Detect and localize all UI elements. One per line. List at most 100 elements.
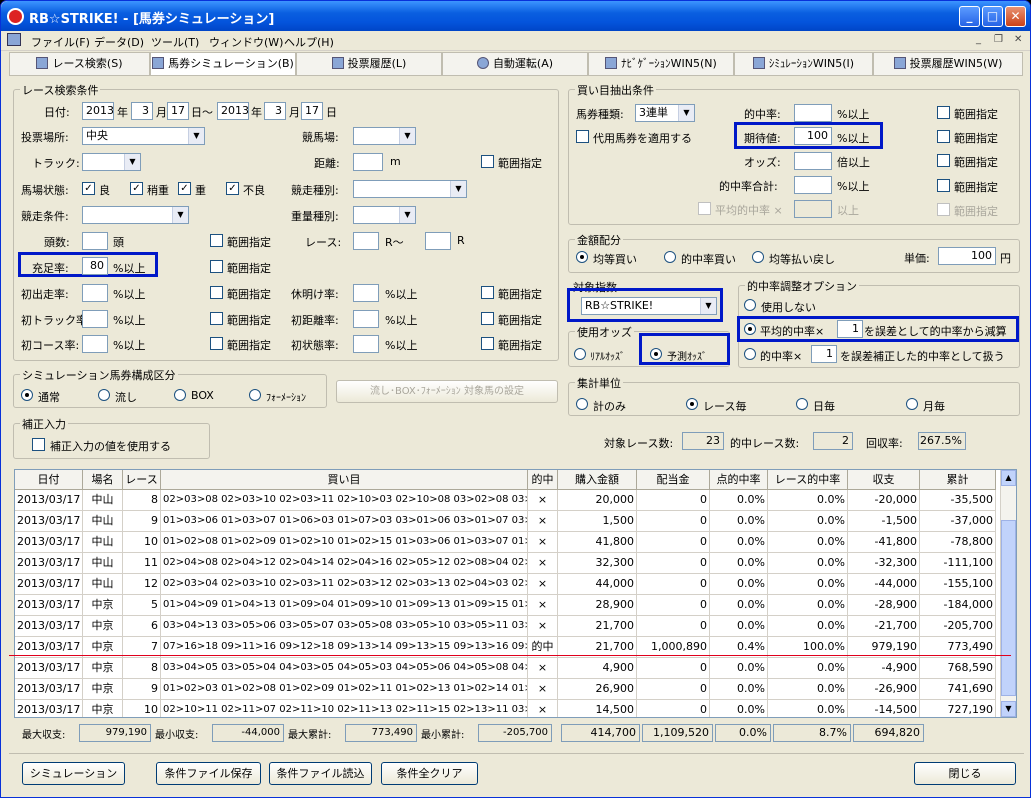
from-year-field[interactable]: 2013 bbox=[82, 102, 114, 120]
alloc-equal-radio[interactable] bbox=[576, 251, 588, 263]
tab-race-search[interactable]: レース検索(S) bbox=[9, 52, 150, 76]
sim-flow-radio[interactable] bbox=[98, 389, 110, 401]
going-bad-checkbox[interactable]: ✓ bbox=[226, 182, 239, 195]
unit-price-field[interactable]: 100 bbox=[938, 247, 996, 265]
table-row[interactable]: 2013/03/17 中京 9 01>02>03 01>02>08 01>02>09 … bbox=[15, 679, 996, 700]
tab-navigation-win5[interactable]: ﾅﾋﾞｹﾞｰｼｮﾝWIN5(N) bbox=[588, 52, 734, 76]
table-row[interactable]: 2013/03/17 中京 10 02>10>11 02>11>07 02>11>10… bbox=[15, 700, 996, 717]
column-header-race[interactable]: レース bbox=[123, 470, 161, 490]
tab-vote-history[interactable]: 投票履歴(L) bbox=[296, 52, 442, 76]
race-condition-select[interactable]: ▼ bbox=[82, 206, 189, 224]
predicted-odds-radio[interactable] bbox=[650, 348, 662, 360]
first-run-range-checkbox[interactable] bbox=[210, 286, 223, 299]
adjust-avg-radio[interactable] bbox=[744, 323, 756, 335]
race-type-select[interactable]: ▼ bbox=[353, 180, 467, 198]
column-header-purchase[interactable]: 購入金額 bbox=[558, 470, 637, 490]
column-header-venue[interactable]: 場名 bbox=[83, 470, 123, 490]
tab-simulation-win5[interactable]: ｼﾐｭﾚｰｼｮﾝWIN5(I) bbox=[734, 52, 873, 76]
clear-conditions-button[interactable]: 条件全クリア bbox=[381, 762, 478, 785]
race-to-field[interactable] bbox=[425, 232, 451, 250]
menu-file[interactable]: ファイル(F) bbox=[31, 34, 90, 50]
first-track-field[interactable] bbox=[82, 310, 108, 328]
first-track-range-checkbox[interactable] bbox=[210, 312, 223, 325]
maximize-button[interactable]: □ bbox=[982, 6, 1003, 27]
distance-range-checkbox[interactable] bbox=[481, 155, 494, 168]
tab-vote-history-win5[interactable]: 投票履歴WIN5(W) bbox=[873, 52, 1023, 76]
going-good-checkbox[interactable]: ✓ bbox=[82, 182, 95, 195]
scroll-down-icon[interactable]: ▼ bbox=[1001, 701, 1016, 717]
hit-sum-field[interactable] bbox=[794, 176, 832, 194]
menu-help[interactable]: ヘルプ(H) bbox=[284, 34, 334, 50]
table-row[interactable]: 2013/03/17 中山 10 01>02>08 01>02>09 01>02>10… bbox=[15, 532, 996, 553]
table-row[interactable]: 2013/03/17 中山 8 02>03>08 02>03>10 02>03>11 … bbox=[15, 490, 996, 511]
scroll-up-icon[interactable]: ▲ bbox=[1001, 470, 1016, 486]
odds-field[interactable] bbox=[794, 152, 832, 170]
bet-type-select[interactable]: 3連単 ▼ bbox=[635, 104, 695, 122]
to-month-field[interactable]: 3 bbox=[264, 102, 286, 120]
minimize-button[interactable]: _ bbox=[959, 6, 980, 27]
agg-day-radio[interactable] bbox=[796, 398, 808, 410]
hit-rate-range-checkbox[interactable] bbox=[937, 106, 950, 119]
from-month-field[interactable]: 3 bbox=[131, 102, 153, 120]
sim-formation-radio[interactable] bbox=[249, 389, 261, 401]
column-header-hit[interactable]: 的中 bbox=[528, 470, 558, 490]
menu-window[interactable]: ウィンドウ(W) bbox=[209, 34, 283, 50]
course-select[interactable]: ▼ bbox=[353, 127, 416, 145]
odds-range-checkbox[interactable] bbox=[937, 154, 950, 167]
fill-rate-field[interactable]: 80 bbox=[82, 257, 108, 275]
save-conditions-button[interactable]: 条件ファイル保存 bbox=[156, 762, 261, 785]
column-header-combination[interactable]: 買い目 bbox=[161, 470, 528, 490]
index-select[interactable]: RB☆STRIKE! ▼ bbox=[581, 297, 717, 315]
weight-type-select[interactable]: ▼ bbox=[353, 206, 416, 224]
scroll-thumb[interactable] bbox=[1001, 520, 1016, 696]
distance-field[interactable] bbox=[353, 153, 383, 171]
race-from-field[interactable] bbox=[353, 232, 379, 250]
first-course-range-checkbox[interactable] bbox=[210, 337, 223, 350]
column-header-race-hit[interactable]: レース的中率 bbox=[768, 470, 848, 490]
going-heavy-checkbox[interactable]: ✓ bbox=[178, 182, 191, 195]
tab-auto-run[interactable]: 自動運転(A) bbox=[442, 52, 588, 76]
venue-select[interactable]: 中央 ▼ bbox=[82, 127, 205, 145]
agg-total-radio[interactable] bbox=[576, 398, 588, 410]
sim-box-radio[interactable] bbox=[174, 389, 186, 401]
column-header-date[interactable]: 日付 bbox=[15, 470, 83, 490]
adjust-none-radio[interactable] bbox=[744, 299, 756, 311]
alloc-hit-radio[interactable] bbox=[664, 251, 676, 263]
hit-rate-field[interactable] bbox=[794, 104, 832, 122]
from-day-field[interactable]: 17 bbox=[167, 102, 189, 120]
title-bar[interactable]: RB☆STRIKE! - [馬券シミュレーション] _ □ ✕ bbox=[1, 1, 1030, 31]
heads-field[interactable] bbox=[82, 232, 108, 250]
first-condition-range-checkbox[interactable] bbox=[481, 337, 494, 350]
going-slightly-heavy-checkbox[interactable]: ✓ bbox=[130, 182, 143, 195]
table-row[interactable]: 2013/03/17 中山 12 02>03>04 02>03>10 02>03>11… bbox=[15, 574, 996, 595]
real-odds-radio[interactable] bbox=[574, 348, 586, 360]
correction-checkbox[interactable] bbox=[32, 438, 45, 451]
target-horse-settings-button[interactable]: 流し･BOX･ﾌｫｰﾒｰｼｮﾝ 対象馬の設定 bbox=[336, 380, 558, 403]
first-course-field[interactable] bbox=[82, 335, 108, 353]
vertical-scrollbar[interactable]: ▲ ▼ bbox=[1000, 470, 1016, 717]
mdi-minimize-icon[interactable]: _ bbox=[976, 34, 981, 45]
adjust-hit-field[interactable]: 1 bbox=[811, 345, 837, 363]
ev-range-checkbox[interactable] bbox=[937, 130, 950, 143]
avg-hit-field[interactable] bbox=[794, 200, 832, 218]
first-run-field[interactable] bbox=[82, 284, 108, 302]
agg-month-radio[interactable] bbox=[906, 398, 918, 410]
close-button[interactable]: 閉じる bbox=[914, 762, 1016, 785]
simulate-button[interactable]: シミュレーション bbox=[22, 762, 125, 785]
rest-field[interactable] bbox=[353, 284, 379, 302]
alloc-payout-radio[interactable] bbox=[752, 251, 764, 263]
table-row[interactable]: 2013/03/17 中山 11 02>04>08 02>04>12 02>04>14… bbox=[15, 553, 996, 574]
adjust-avg-field[interactable]: 1 bbox=[837, 320, 863, 338]
avg-hit-range-checkbox[interactable] bbox=[937, 203, 950, 216]
close-icon[interactable]: ✕ bbox=[1005, 6, 1026, 27]
column-header-payout[interactable]: 配当金 bbox=[637, 470, 710, 490]
first-distance-field[interactable] bbox=[353, 310, 379, 328]
first-condition-field[interactable] bbox=[353, 335, 379, 353]
mdi-doc-icon[interactable] bbox=[7, 33, 21, 46]
mdi-restore-icon[interactable]: ❐ bbox=[994, 34, 1003, 45]
menu-tools[interactable]: ツール(T) bbox=[151, 34, 199, 50]
load-conditions-button[interactable]: 条件ファイル読込 bbox=[269, 762, 372, 785]
fill-range-checkbox[interactable] bbox=[210, 260, 223, 273]
table-row[interactable]: 2013/03/17 中京 6 03>04>13 03>05>06 03>05>07 … bbox=[15, 616, 996, 637]
to-day-field[interactable]: 17 bbox=[301, 102, 323, 120]
